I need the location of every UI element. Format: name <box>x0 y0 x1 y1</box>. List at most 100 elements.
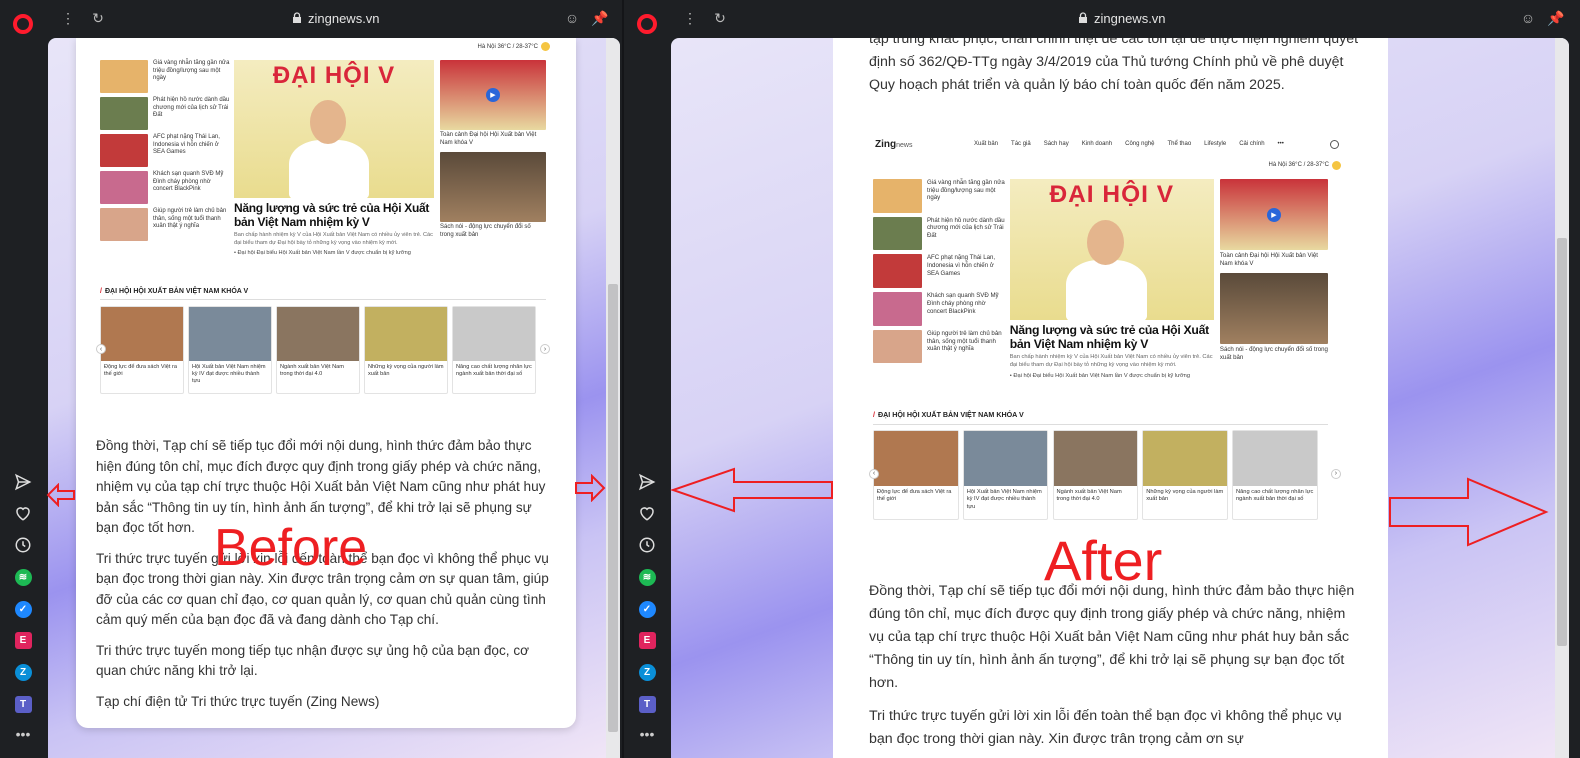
news-thumb[interactable] <box>873 329 922 364</box>
news-thumb[interactable] <box>100 134 148 167</box>
scrollbar-thumb[interactable] <box>1557 238 1567 646</box>
news-item[interactable]: Giá vàng nhẫn tăng gần nửa triệu đồng/lư… <box>100 60 230 93</box>
news-thumb[interactable] <box>100 60 148 93</box>
side-story-title[interactable]: Toàn cảnh Đại hội Hội Xuất bản Việt Nam … <box>1220 252 1328 268</box>
news-headline[interactable]: Giúp người trẻ làm chủ bản thân, sống mộ… <box>927 330 1006 353</box>
pin-icon[interactable]: 📌 <box>1546 8 1566 28</box>
carousel-item[interactable]: Động lực để đưa sách Việt ra thế giới <box>100 306 184 394</box>
news-headline[interactable]: Khách sạn quanh SVĐ Mỹ Đình cháy phòng n… <box>927 292 1006 315</box>
spotify-icon[interactable]: ≋ <box>635 565 659 589</box>
news-headline[interactable]: AFC phạt nặng Thái Lan, Indonesia vì hỗn… <box>153 134 230 157</box>
carousel-prev-icon[interactable]: ‹ <box>96 344 106 354</box>
section-title[interactable]: ĐẠI HỘI HỘI XUẤT BẢN VIỆT NAM KHÓA V <box>878 411 1024 419</box>
carousel-item[interactable]: Những kỳ vọng của người làm xuất bản <box>364 306 448 394</box>
news-thumb[interactable] <box>873 292 922 326</box>
more-icon[interactable]: ••• <box>635 722 659 746</box>
news-item[interactable]: AFC phạt nặng Thái Lan, Indonesia vì hỗn… <box>100 134 230 167</box>
news-headline[interactable]: Phát hiện hồ nước dành dầu chương mới củ… <box>153 97 230 120</box>
carousel-next-icon[interactable]: › <box>540 344 550 354</box>
side-story-image[interactable]: ▶ <box>1219 178 1328 251</box>
carousel-item[interactable]: Những kỳ vọng của người làm xuất bản <box>1142 429 1228 520</box>
news-headline[interactable]: Giúp người trẻ làm chủ bản thân, sống mộ… <box>153 208 230 231</box>
news-headline[interactable]: Phát hiện hồ nước dành dầu chương mới củ… <box>927 217 1006 240</box>
news-item[interactable]: Phát hiện hồ nước dành dầu chương mới củ… <box>873 216 1006 251</box>
nav-link[interactable]: Cải chính <box>1239 141 1264 147</box>
news-item[interactable]: Khách sạn quanh SVĐ Mỹ Đình cháy phòng n… <box>873 292 1006 326</box>
teams-icon[interactable]: T <box>635 692 659 716</box>
more-icon[interactable]: ••• <box>11 722 35 746</box>
messenger-icon[interactable]: ✓ <box>11 597 35 621</box>
news-headline[interactable]: Khách sạn quanh SVĐ Mỹ Đình cháy phòng n… <box>153 171 230 194</box>
news-thumb[interactable] <box>100 97 148 130</box>
news-thumb[interactable] <box>100 171 148 204</box>
messenger-icon[interactable]: ✓ <box>635 597 659 621</box>
play-icon[interactable]: ▶ <box>1266 207 1281 222</box>
emoji-icon[interactable]: ☺ <box>1518 8 1538 28</box>
nav-link[interactable]: Sách hay <box>1044 141 1069 147</box>
zalo-icon[interactable]: Z <box>635 660 659 684</box>
carousel-item[interactable]: Nâng cao chất lượng nhân lực ngành xuất … <box>452 306 536 394</box>
news-item[interactable]: Giá vàng nhẫn tăng gần nửa triệu đồng/lư… <box>873 178 1006 213</box>
featured-title[interactable]: Năng lượng và sức trẻ của Hội Xuất bản V… <box>234 201 434 229</box>
spotify-icon[interactable]: ≋ <box>11 565 35 589</box>
nav-link[interactable]: Tác giả <box>1011 141 1031 147</box>
nav-link[interactable]: Lifestyle <box>1204 141 1226 147</box>
send-icon[interactable] <box>11 470 35 494</box>
news-item[interactable]: Khách sạn quanh SVĐ Mỹ Đình cháy phòng n… <box>100 171 230 204</box>
side-story-title[interactable]: Sách nói - động lực chuyển đổi số trong … <box>1220 346 1328 362</box>
pin-icon[interactable]: 📌 <box>590 8 610 28</box>
opera-logo[interactable] <box>11 12 35 36</box>
history-icon[interactable] <box>635 533 659 557</box>
scrollbar[interactable] <box>606 38 620 758</box>
carousel-item[interactable]: Hội Xuất bản Việt Nam nhiệm kỳ IV đạt đư… <box>962 429 1049 520</box>
ebook-icon[interactable]: E <box>635 628 659 652</box>
heart-icon[interactable] <box>11 501 35 525</box>
emoji-icon[interactable]: ☺ <box>562 8 582 28</box>
menu-icon[interactable]: ⋮ <box>58 8 78 28</box>
section-title[interactable]: ĐẠI HỘI HỘI XUẤT BẢN VIỆT NAM KHÓA V <box>105 288 248 295</box>
featured-related-link[interactable]: • Đại hội Đại biểu Hội Xuất bản Việt Nam… <box>234 250 434 258</box>
news-item[interactable]: Giúp người trẻ làm chủ bản thân, sống mộ… <box>873 329 1006 364</box>
news-headline[interactable]: Giá vàng nhẫn tăng gần nửa triệu đồng/lư… <box>927 179 1006 202</box>
news-thumb[interactable] <box>100 208 148 241</box>
side-story-title[interactable]: Sách nói - động lực chuyển đổi số trong … <box>440 224 546 239</box>
news-headline[interactable]: Giá vàng nhẫn tăng gần nửa triệu đồng/lư… <box>153 60 230 83</box>
news-thumb[interactable] <box>873 178 922 213</box>
opera-logo[interactable] <box>635 12 659 36</box>
featured-related-link[interactable]: • Đại hội Đại biểu Hội Xuất bản Việt Nam… <box>1010 373 1214 381</box>
news-thumb[interactable] <box>873 216 922 251</box>
address-bar[interactable]: zingnews.vn <box>292 9 380 27</box>
heart-icon[interactable] <box>635 501 659 525</box>
featured-title[interactable]: Năng lượng và sức trẻ của Hội Xuất bản V… <box>1010 323 1214 352</box>
carousel-item[interactable]: Hội Xuất bản Việt Nam nhiệm kỳ IV đạt đư… <box>188 306 272 394</box>
carousel-prev-icon[interactable]: ‹ <box>869 468 879 479</box>
nav-link[interactable]: Xuất bản <box>974 141 998 147</box>
carousel-next-icon[interactable]: › <box>1330 468 1341 479</box>
carousel-item[interactable]: Động lực để đưa sách Việt ra thế giới <box>873 429 959 520</box>
side-story-image[interactable] <box>440 152 546 223</box>
featured-image[interactable]: ĐẠI HỘI V <box>234 60 434 198</box>
nav-link[interactable]: Công nghệ <box>1125 141 1154 147</box>
play-icon[interactable]: ▶ <box>486 88 500 102</box>
zalo-icon[interactable]: Z <box>11 660 35 684</box>
teams-icon[interactable]: T <box>11 692 35 716</box>
scrollbar-thumb[interactable] <box>608 284 618 732</box>
nav-link[interactable]: Kinh doanh <box>1082 141 1112 147</box>
zing-logo-icon[interactable]: Zingnews <box>875 139 912 150</box>
news-item[interactable]: AFC phạt nặng Thái Lan, Indonesia vì hỗn… <box>873 254 1006 288</box>
search-icon[interactable] <box>1330 140 1339 149</box>
side-story-image[interactable]: ▶ <box>440 60 546 130</box>
reload-icon[interactable]: ↻ <box>710 8 730 28</box>
news-item[interactable]: Giúp người trẻ làm chủ bản thân, sống mộ… <box>100 208 230 241</box>
reload-icon[interactable]: ↻ <box>88 8 108 28</box>
side-story-title[interactable]: Toàn cảnh Đại hội Hội Xuất bản Việt Nam … <box>440 132 546 147</box>
scrollbar[interactable] <box>1555 38 1569 758</box>
ebook-icon[interactable]: E <box>11 628 35 652</box>
carousel-item[interactable]: Nâng cao chất lượng nhân lực ngành xuất … <box>1232 429 1318 520</box>
send-icon[interactable] <box>635 470 659 494</box>
featured-image[interactable]: ĐẠI HỘI V <box>1009 178 1214 320</box>
news-item[interactable]: Phát hiện hồ nước dành dầu chương mới củ… <box>100 97 230 130</box>
menu-icon[interactable]: ⋮ <box>680 8 700 28</box>
news-headline[interactable]: AFC phạt nặng Thái Lan, Indonesia vì hỗn… <box>927 254 1006 277</box>
news-thumb[interactable] <box>873 254 922 288</box>
